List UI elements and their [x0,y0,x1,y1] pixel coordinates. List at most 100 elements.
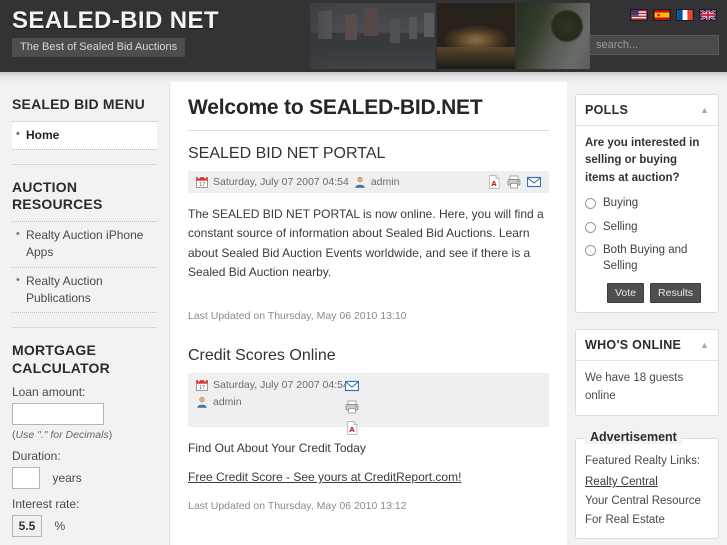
flag-us-icon[interactable] [630,9,648,21]
author-icon [197,396,207,408]
radio-both[interactable] [585,245,596,257]
sidebar-item-iphone-apps[interactable]: Realty Auction iPhone Apps [12,220,157,268]
calendar-icon: 17 [196,176,208,188]
whos-online-module: WHO'S ONLINE ▲ We have 18 guests online [575,329,719,416]
chevron-up-icon[interactable]: ▲ [700,340,709,350]
email-icon[interactable] [527,175,541,189]
results-button[interactable]: Results [650,283,702,304]
decimals-hint: (Use "." for Decimals) [12,429,113,442]
logo-title: SEALED-BID NET [12,7,219,34]
interest-rate-row: % [12,515,157,538]
poll-question: Are you interested in selling or buying … [585,137,700,184]
article-meta-bar: 17 Saturday, July 07 2007 04:54 admin A [188,171,549,193]
right-sidebar: POLLS ▲ Are you interested in selling or… [567,82,727,545]
sidebar-item-publications-link[interactable]: Realty Auction Publications [12,268,157,313]
poll-option-selling[interactable]: Selling [585,220,709,236]
flag-gb-icon[interactable] [699,9,717,21]
search-input[interactable] [589,35,719,55]
page-title: Welcome to SEALED-BID.NET [188,96,483,119]
advertisement-description: Your Central Resource For Real Estate [585,495,701,526]
poll-buttons: Vote Results [585,283,709,304]
page-title-divider [188,130,549,131]
duration-unit-label: years [52,471,82,486]
poll-option-buying[interactable]: Buying [585,196,709,212]
article-author: admin [370,176,400,188]
article-body: Find Out About Your Credit Today Free Cr… [188,439,549,488]
credit-report-link[interactable]: Free Credit Score - See yours at CreditR… [188,470,461,484]
poll-option-both[interactable]: Both Buying and Selling [585,243,709,275]
advertisement-title: Advertisement [585,429,682,444]
banner-palm-trees-image [517,3,590,69]
sidebar-menu-title: SEALED BID MENU [12,96,145,112]
article-body: The SEALED BID NET PORTAL is now online.… [188,205,549,283]
chevron-up-icon[interactable]: ▲ [700,105,709,115]
article-credit-scores-online: Credit Scores Online 17 Saturday, July 0… [188,347,549,516]
realty-central-link[interactable]: Realty Central [585,476,709,488]
sidebar-resources-title: AUCTION RESOURCES [12,178,103,213]
calendar-icon: 17 [196,379,208,391]
header-shadow-strip [0,72,727,82]
interest-rate-unit-label: % [54,519,66,534]
sidebar-item-home-link[interactable]: Home [12,121,157,149]
duration-input[interactable] [12,467,40,490]
vote-button[interactable]: Vote [607,283,645,304]
article-title: Credit Scores Online [188,346,336,364]
article-paragraph: The SEALED BID NET PORTAL is now online.… [188,207,544,280]
page-body: SEALED BID MENU Home AUCTION RESOURCES R… [0,82,727,545]
sidebar-divider-1 [12,163,157,165]
pdf-icon[interactable]: A [345,420,359,435]
svg-text:17: 17 [199,385,205,391]
article-meta-left: 17 Saturday, July 07 2007 04:54 admin [196,379,541,408]
loan-amount-label: Loan amount: [12,385,86,400]
article-meta-left: 17 Saturday, July 07 2007 04:54 admin [196,176,399,188]
advertisement-intro: Featured Realty Links: [585,454,701,467]
print-icon[interactable] [507,175,521,189]
author-icon [355,176,365,188]
email-icon[interactable] [345,379,359,393]
decimals-hint-text: Use "." for Decimals [15,429,109,442]
sidebar-item-home[interactable]: Home [12,120,157,150]
site-logo[interactable]: SEALED-BID NET The Best of Sealed Bid Au… [12,7,219,58]
polls-module: POLLS ▲ Are you interested in selling or… [575,94,719,314]
article-author: admin [213,395,242,408]
interest-rate-input[interactable] [12,515,42,538]
logo-tagline: The Best of Sealed Bid Auctions [12,38,186,58]
article-sealed-bid-net-portal: SEALED BID NET PORTAL 17 Saturday, July … [188,145,549,325]
article-last-updated: Last Updated on Thursday, May 06 2010 13… [188,309,407,322]
svg-text:17: 17 [199,182,205,188]
print-icon[interactable] [345,400,359,414]
language-flags [630,9,717,21]
article-date: Saturday, July 07 2007 04:54 [213,176,349,188]
loan-amount-input[interactable] [12,403,104,426]
svg-text:A: A [491,180,497,188]
article-paragraph: Find Out About Your Credit Today [188,440,366,455]
poll-option-label: Buying [603,196,639,209]
sidebar-item-iphone-apps-link[interactable]: Realty Auction iPhone Apps [12,222,157,267]
polls-module-body: Are you interested in selling or buying … [576,126,718,312]
article-meta-bar: 17 Saturday, July 07 2007 04:54 admin A [188,372,549,435]
sidebar-main-menu: Home [12,120,157,150]
article-title: SEALED BID NET PORTAL [188,145,386,162]
radio-selling[interactable] [585,221,596,233]
article-author-row: admin [196,396,541,408]
poll-option-label: Both Buying and Selling [603,244,688,273]
main-content: Welcome to SEALED-BID.NET SEALED BID NET… [170,82,567,545]
site-header: SEALED-BID NET The Best of Sealed Bid Au… [0,0,727,72]
flag-es-icon[interactable] [653,9,671,21]
article-date-row: 17 Saturday, July 07 2007 04:54 [196,379,541,391]
article-last-updated: Last Updated on Thursday, May 06 2010 13… [188,500,407,513]
guests-online-text: We have 18 guests online [585,372,684,402]
sidebar-item-publications[interactable]: Realty Auction Publications [12,268,157,314]
article-actions: A [487,175,541,189]
duration-row: years [12,467,157,490]
article-actions: A [345,379,359,435]
header-banner-strip [310,3,590,69]
duration-label: Duration: [12,449,61,464]
poll-option-label: Selling [603,220,638,233]
sidebar-resources-menu: Realty Auction iPhone Apps Realty Auctio… [12,220,157,314]
pdf-icon[interactable]: A [487,175,501,189]
polls-module-title: POLLS [585,103,629,117]
article-date: Saturday, July 07 2007 04:54 [213,378,349,391]
radio-buying[interactable] [585,197,596,209]
flag-fr-icon[interactable] [676,9,694,21]
